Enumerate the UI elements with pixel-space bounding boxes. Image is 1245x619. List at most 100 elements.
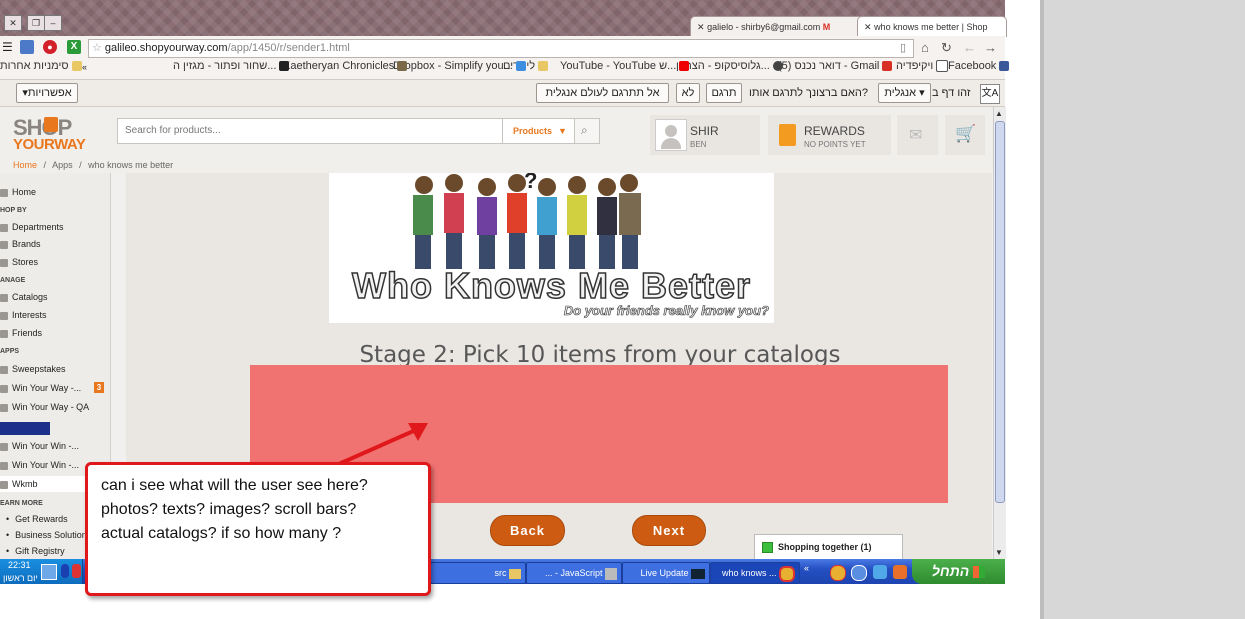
bookmark-label: Kaetheryan Chronicles: [283, 60, 395, 72]
close-window-button[interactable]: ✕: [4, 15, 22, 31]
back-arrow-icon[interactable]: ←: [963, 40, 976, 55]
options-button[interactable]: ▾אפשרויות: [16, 83, 78, 103]
sidebar-item-label: Win Your Win -...: [12, 441, 80, 451]
close-icon[interactable]: ✕: [697, 22, 705, 32]
sidebar-item-label: Business Solution: [15, 530, 87, 540]
firefox-icon[interactable]: [893, 565, 907, 579]
translate-question: האם ברצונך לתרגם אותו?: [749, 87, 868, 99]
start-button[interactable]: התחל: [912, 559, 1005, 584]
youtube-icon: [679, 61, 690, 72]
messages-button[interactable]: ✉: [897, 115, 938, 155]
selected-app-highlight[interactable]: [0, 422, 50, 435]
bookmark-gmail[interactable]: דואר נכנס (5) - Gmail: [778, 60, 895, 79]
bluetooth-icon[interactable]: [61, 564, 69, 578]
minimize-window-button[interactable]: –: [44, 15, 62, 31]
no-button[interactable]: לא: [676, 83, 700, 103]
tab-who-knows-me-better[interactable]: ✕ who knows me better | Shop: [857, 16, 1007, 37]
task-src[interactable]: src: [430, 562, 526, 584]
breadcrumb-home[interactable]: Home: [0, 160, 37, 170]
antivirus-icon[interactable]: [72, 564, 81, 578]
shopping-together-label: Shopping together (1): [778, 542, 872, 552]
url-path: /app/1450/r/sender1.html: [227, 42, 350, 54]
folder-icon: [538, 61, 549, 72]
site-icon: [772, 61, 783, 72]
sidebar-item-home[interactable]: Home: [0, 184, 108, 200]
user-name: SHIR: [690, 124, 719, 138]
bookmark-other[interactable]: סימניות אחרות: [0, 60, 85, 79]
sidebar-item-friends[interactable]: Friends: [0, 325, 108, 341]
task-live-update[interactable]: Live Update: [622, 562, 710, 584]
sidebar-item-catalogs[interactable]: Catalogs: [0, 289, 108, 305]
rewards-status: NO POINTS YET: [804, 140, 866, 149]
search-icon: ⌕: [581, 123, 588, 137]
adblock-icon[interactable]: ●: [43, 40, 57, 54]
banner-subtitle: Do your friends really know you?: [563, 303, 770, 319]
reload-icon[interactable]: ↻: [941, 40, 952, 56]
extension-icon[interactable]: [20, 40, 34, 54]
chrome-profile-icon[interactable]: [851, 565, 867, 581]
scroll-up-icon[interactable]: ▲: [995, 109, 1003, 118]
bookmark-kaetheryan[interactable]: Kaetheryan Chronicles: [283, 60, 410, 79]
scroll-down-icon[interactable]: ▼: [995, 548, 1003, 557]
facebook-icon: [999, 61, 1010, 72]
url-host: galileo.shopyourway.com: [104, 42, 228, 54]
translate-button[interactable]: תרגם: [706, 83, 742, 103]
search-input[interactable]: Search for products...: [117, 118, 503, 144]
back-button[interactable]: Back: [490, 515, 565, 546]
excel-icon[interactable]: X: [67, 40, 81, 54]
clock[interactable]: 22:31: [8, 560, 31, 570]
sidebar-item-win-your-way[interactable]: Win Your Way -...: [0, 380, 108, 396]
bookmark-glosiscope[interactable]: גלוסיסקופ - הצרגין...: [676, 60, 786, 79]
bookmark-black-white[interactable]: שחור ופתור - מגזין ה...: [173, 60, 292, 79]
address-bar[interactable]: ☆ galileo.shopyourway.com/app/1450/r/send…: [88, 39, 914, 58]
network-icon[interactable]: [41, 564, 57, 580]
search-button[interactable]: ⌕: [574, 118, 600, 144]
sidebar-item-interests[interactable]: Interests: [0, 307, 108, 323]
sidebar-item-brands[interactable]: Brands: [0, 236, 108, 252]
close-icon[interactable]: ✕: [864, 22, 872, 32]
cart-button[interactable]: 🛒: [945, 115, 985, 155]
home-icon: [0, 188, 8, 197]
sidebar-item-win-your-way-qa[interactable]: Win Your Way - QA: [0, 399, 108, 415]
sidebar-item-label: Win Your Way - QA: [12, 402, 90, 412]
next-button[interactable]: Next: [632, 515, 706, 546]
home-icon[interactable]: ⌂: [921, 40, 929, 55]
sidebar-item-win-your-win-1[interactable]: Win Your Win -...: [0, 438, 108, 454]
never-translate-button[interactable]: אל תתרגם לעולם אנגלית: [536, 83, 669, 103]
ie-icon[interactable]: [873, 565, 887, 579]
task-who-knows[interactable]: who knows ...: [710, 562, 800, 584]
language-select[interactable]: אנגלית ▾: [878, 83, 931, 103]
app-icon: [0, 403, 8, 412]
star-icon[interactable]: ☆: [89, 42, 105, 54]
shopping-together-widget[interactable]: Shopping together (1): [754, 534, 903, 560]
sidebar-item-departments[interactable]: Departments: [0, 219, 108, 235]
restore-window-button[interactable]: ❐: [27, 15, 45, 31]
bookmark-wikipedia[interactable]: ויקיפדיה: [896, 60, 951, 79]
chrome-launch-icon[interactable]: [830, 565, 846, 581]
sidebar-item-label: Wkmb: [12, 479, 38, 489]
bookmark-dropbox[interactable]: Dropbox - Simplify you...: [393, 60, 529, 79]
tab-gmail[interactable]: ✕ galielo - shirby6@gmail.com M: [690, 16, 864, 37]
sidebar-item-label: Win Your Win -...: [12, 460, 80, 470]
sidebar-item-label: Home: [12, 187, 37, 197]
scrollbar-thumb[interactable]: [995, 121, 1005, 503]
catalog-icon: [0, 293, 8, 302]
sidebar-item-stores[interactable]: Stores: [0, 254, 108, 270]
bookmark-facebook[interactable]: Facebook: [948, 60, 1012, 79]
bookmark-youtube[interactable]: YouTube - YouTube ש...: [560, 60, 692, 79]
task-javascript[interactable]: ... - JavaScript: [526, 562, 622, 584]
more-tasks-icon[interactable]: «: [804, 563, 809, 573]
app-icon: [0, 384, 8, 393]
dropbox-icon: [515, 61, 526, 72]
menu-icon[interactable]: ☰: [2, 40, 13, 54]
more-bookmarks-icon[interactable]: «: [82, 62, 87, 72]
forward-arrow-icon[interactable]: →: [984, 40, 997, 55]
folder-icon: [509, 568, 521, 579]
translate-prompt-start: זהו דף ב: [932, 87, 971, 99]
sidebar-item-sweepstakes[interactable]: Sweepstakes: [0, 361, 108, 377]
windows-logo-icon: [973, 566, 986, 579]
app-banner: ? Who Knows Me Better Do your friends re…: [329, 173, 774, 323]
breadcrumb-apps[interactable]: Apps: [52, 160, 73, 170]
sidebar-section-manage: ANAGE: [0, 277, 26, 284]
search-category-select[interactable]: Products ▼: [502, 118, 575, 144]
